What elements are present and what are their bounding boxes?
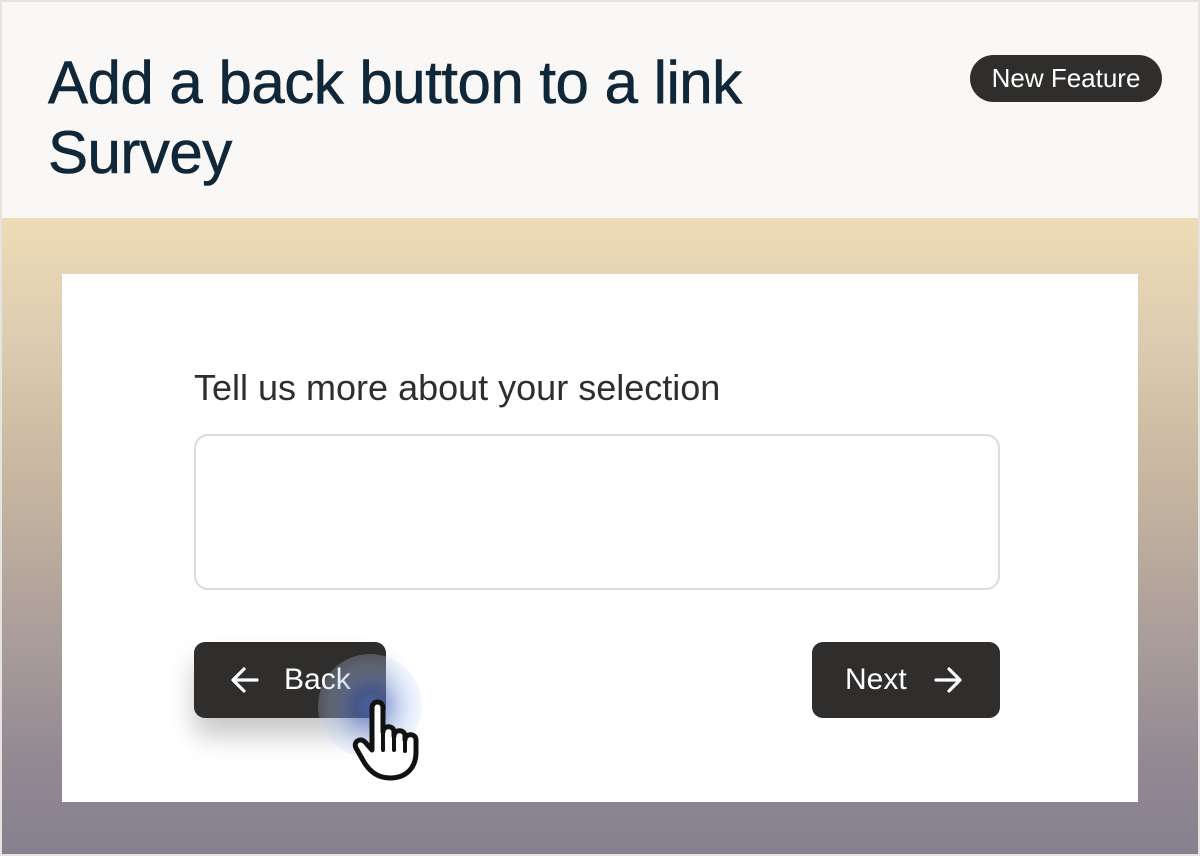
next-button[interactable]: Next (812, 642, 1000, 718)
answer-textarea[interactable] (194, 434, 1000, 590)
arrow-left-icon (230, 666, 260, 694)
back-button-label: Back (284, 663, 351, 696)
arrow-right-icon (933, 666, 963, 694)
gradient-background: Tell us more about your selection Back N… (0, 218, 1200, 856)
question-label: Tell us more about your selection (194, 367, 721, 408)
new-feature-badge: New Feature (970, 55, 1162, 102)
header: Add a back button to a link Survey New F… (0, 0, 1200, 218)
back-button[interactable]: Back (194, 642, 386, 718)
page-title: Add a back button to a link Survey (48, 49, 743, 187)
survey-card: Tell us more about your selection Back N… (62, 274, 1138, 802)
next-button-label: Next (845, 663, 907, 696)
